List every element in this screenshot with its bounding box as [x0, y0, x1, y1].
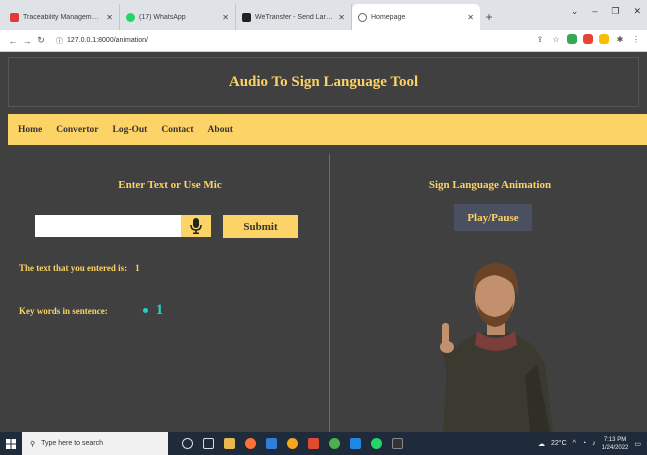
extension-icon[interactable] [567, 34, 577, 44]
tab-homepage[interactable]: Homepage ✕ [352, 4, 480, 30]
puzzle-icon[interactable]: ✱ [615, 34, 625, 44]
star-icon[interactable]: ☆ [551, 34, 561, 44]
network-icon[interactable]: ◔ [582, 440, 586, 447]
weather-text: 22°C [551, 440, 567, 447]
terminal-icon[interactable] [392, 438, 403, 449]
volume-icon[interactable]: ♪ [592, 440, 596, 447]
keywords-row: Key words in sentence: 1 [19, 302, 163, 319]
tab-label: (17) WhatsApp [139, 13, 186, 21]
extension-icon[interactable] [583, 34, 593, 44]
clock-date: 1/24/2022 [601, 444, 629, 451]
windows-taskbar: ⚲ Type here to search ☁ 22°C ^ ◔ ♪ 7:13 … [0, 432, 647, 455]
play-pause-button[interactable]: Play/Pause [454, 204, 532, 231]
task-view-icon[interactable] [203, 438, 214, 449]
tab-close-icon[interactable]: ✕ [222, 13, 229, 22]
new-tab-button[interactable]: + [480, 4, 498, 30]
mic-button[interactable] [181, 215, 211, 237]
sign-language-avatar [440, 263, 553, 432]
taskbar-search[interactable]: ⚲ Type here to search [22, 432, 168, 455]
url-field[interactable]: ⓘ 127.0.0.1:8000/animation/ [56, 36, 148, 46]
reload-icon[interactable]: ↻ [34, 35, 48, 46]
system-tray: ☁ 22°C ^ ◔ ♪ 7:13 PM 1/24/2022 ▭ [538, 432, 641, 455]
notification-icon[interactable]: ▭ [634, 440, 641, 448]
store-icon[interactable] [266, 438, 277, 449]
back-icon[interactable]: ← [6, 36, 20, 46]
text-input[interactable] [35, 215, 181, 237]
browser-tab-bar: Traceability Management with l ✕ (17) Wh… [0, 0, 647, 30]
vscode-icon[interactable] [350, 438, 361, 449]
tab-favicon-icon [10, 12, 19, 22]
url-text: 127.0.0.1:8000/animation/ [67, 37, 148, 44]
search-app-icon[interactable] [287, 438, 298, 449]
search-icon: ⚲ [30, 440, 36, 448]
tab-label: Homepage [371, 13, 406, 21]
window-controls: ⌄ – ❐ ✕ [571, 6, 641, 17]
maximize-icon[interactable]: ❐ [611, 6, 619, 17]
input-section-title: Enter Text or Use Mic [118, 179, 222, 191]
keywords-label: Key words in sentence: [19, 305, 108, 316]
start-button[interactable] [0, 432, 22, 455]
clock-time: 7:13 PM [603, 436, 627, 443]
tab-close-icon[interactable]: ✕ [106, 13, 113, 22]
keyword-text: 1 [155, 302, 164, 318]
keyword-item: 1 [142, 302, 164, 319]
tab-label: WeTransfer - Send Large Files & [255, 13, 334, 21]
tab-label: Traceability Management with l [23, 13, 102, 21]
menu-icon[interactable]: ⋮ [631, 34, 641, 44]
site-header: Audio To Sign Language Tool [8, 57, 639, 107]
nav-contact[interactable]: Contact [161, 125, 193, 135]
microphone-icon [190, 218, 202, 234]
nav-convertor[interactable]: Convertor [56, 125, 98, 135]
tab-traceability[interactable]: Traceability Management with l ✕ [4, 4, 120, 30]
windows-icon [6, 438, 16, 449]
tab-close-icon[interactable]: ✕ [338, 13, 345, 22]
column-divider [329, 154, 330, 432]
animation-section-title: Sign Language Animation [428, 179, 552, 191]
cortana-icon[interactable] [182, 438, 193, 449]
whatsapp-icon [126, 12, 135, 22]
page: Audio To Sign Language Tool Home Convert… [0, 52, 647, 432]
forward-icon[interactable]: → [20, 36, 34, 46]
search-placeholder: Type here to search [41, 440, 104, 447]
submit-button[interactable]: Submit [223, 215, 298, 238]
nav-home[interactable]: Home [18, 125, 42, 135]
chevron-up-icon[interactable]: ^ [573, 440, 576, 447]
entered-label: The text that you entered is: [19, 263, 128, 273]
app-icon[interactable] [308, 438, 319, 449]
nav-about[interactable]: About [208, 125, 233, 135]
extension-icons: ⇪ ☆ ✱ ⋮ [535, 34, 641, 44]
site-title: Audio To Sign Language Tool [228, 73, 419, 90]
tab-close-icon[interactable]: ✕ [467, 13, 474, 22]
weather-icon: ☁ [538, 440, 545, 448]
close-icon[interactable]: ✕ [633, 6, 641, 17]
info-icon: ⓘ [56, 37, 63, 45]
bullet-icon [142, 308, 148, 313]
chevron-down-icon[interactable]: ⌄ [571, 6, 579, 17]
chrome-icon[interactable] [329, 438, 340, 449]
main-nav: Home Convertor Log-Out Contact About [8, 114, 647, 145]
minimize-icon[interactable]: – [592, 6, 597, 17]
entered-text: The text that you entered is: 1 [19, 263, 140, 273]
firefox-icon[interactable] [245, 438, 256, 449]
wetransfer-icon [242, 12, 251, 22]
taskbar-apps [182, 438, 403, 449]
globe-icon [358, 12, 367, 22]
tab-whatsapp[interactable]: (17) WhatsApp ✕ [120, 4, 236, 30]
tab-wetransfer[interactable]: WeTransfer - Send Large Files & ✕ [236, 4, 352, 30]
file-explorer-icon[interactable] [224, 438, 235, 449]
extension-icon[interactable] [599, 34, 609, 44]
clock[interactable]: 7:13 PM 1/24/2022 [602, 436, 629, 452]
entered-value: 1 [135, 263, 140, 273]
share-icon[interactable]: ⇪ [535, 34, 545, 44]
nav-logout[interactable]: Log-Out [113, 125, 148, 135]
whatsapp-app-icon[interactable] [371, 438, 382, 449]
